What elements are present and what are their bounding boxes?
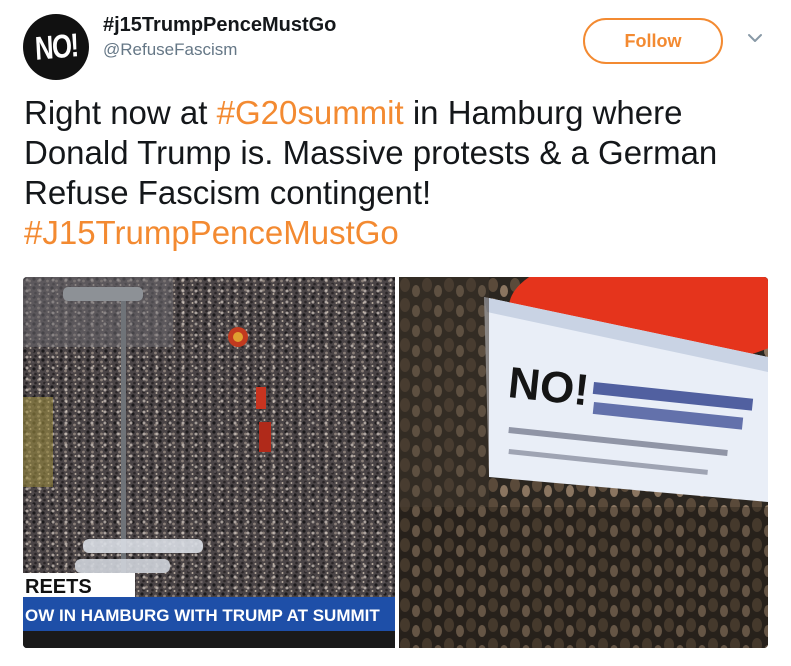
tweet-text-segment: Right now at [24, 94, 217, 131]
media-grid: REETS OW IN HAMBURG WITH TRUMP AT SUMMIT… [23, 277, 768, 648]
avatar-text: NO! [33, 26, 79, 67]
banner-no-text: NO! [506, 358, 591, 415]
photo-crowd-aerial[interactable]: REETS OW IN HAMBURG WITH TRUMP AT SUMMIT [23, 277, 395, 648]
tweet-text: Right now at #G20summit in Hamburg where… [24, 93, 774, 253]
crowd-photo-image: REETS OW IN HAMBURG WITH TRUMP AT SUMMIT [23, 277, 395, 648]
news-caption-bottom: OW IN HAMBURG WITH TRUMP AT SUMMIT [25, 606, 380, 625]
hashtag-link-g20summit[interactable]: #G20summit [217, 94, 404, 131]
hashtag-link-j15[interactable]: #J15TrumpPenceMustGo [24, 214, 399, 251]
chevron-down-icon[interactable] [745, 28, 765, 48]
news-caption-top: REETS [25, 576, 92, 598]
avatar[interactable]: NO! [23, 14, 89, 80]
author-handle[interactable]: @RefuseFascism [103, 38, 336, 62]
banner-photo-image: NO! [399, 277, 768, 648]
photo-banner-closeup[interactable]: NO! [399, 277, 768, 648]
tweet-header: NO! #j15TrumpPenceMustGo @RefuseFascism … [23, 10, 773, 82]
author-block[interactable]: #j15TrumpPenceMustGo @RefuseFascism [103, 12, 336, 62]
display-name[interactable]: #j15TrumpPenceMustGo [103, 12, 336, 38]
follow-button[interactable]: Follow [583, 18, 723, 64]
